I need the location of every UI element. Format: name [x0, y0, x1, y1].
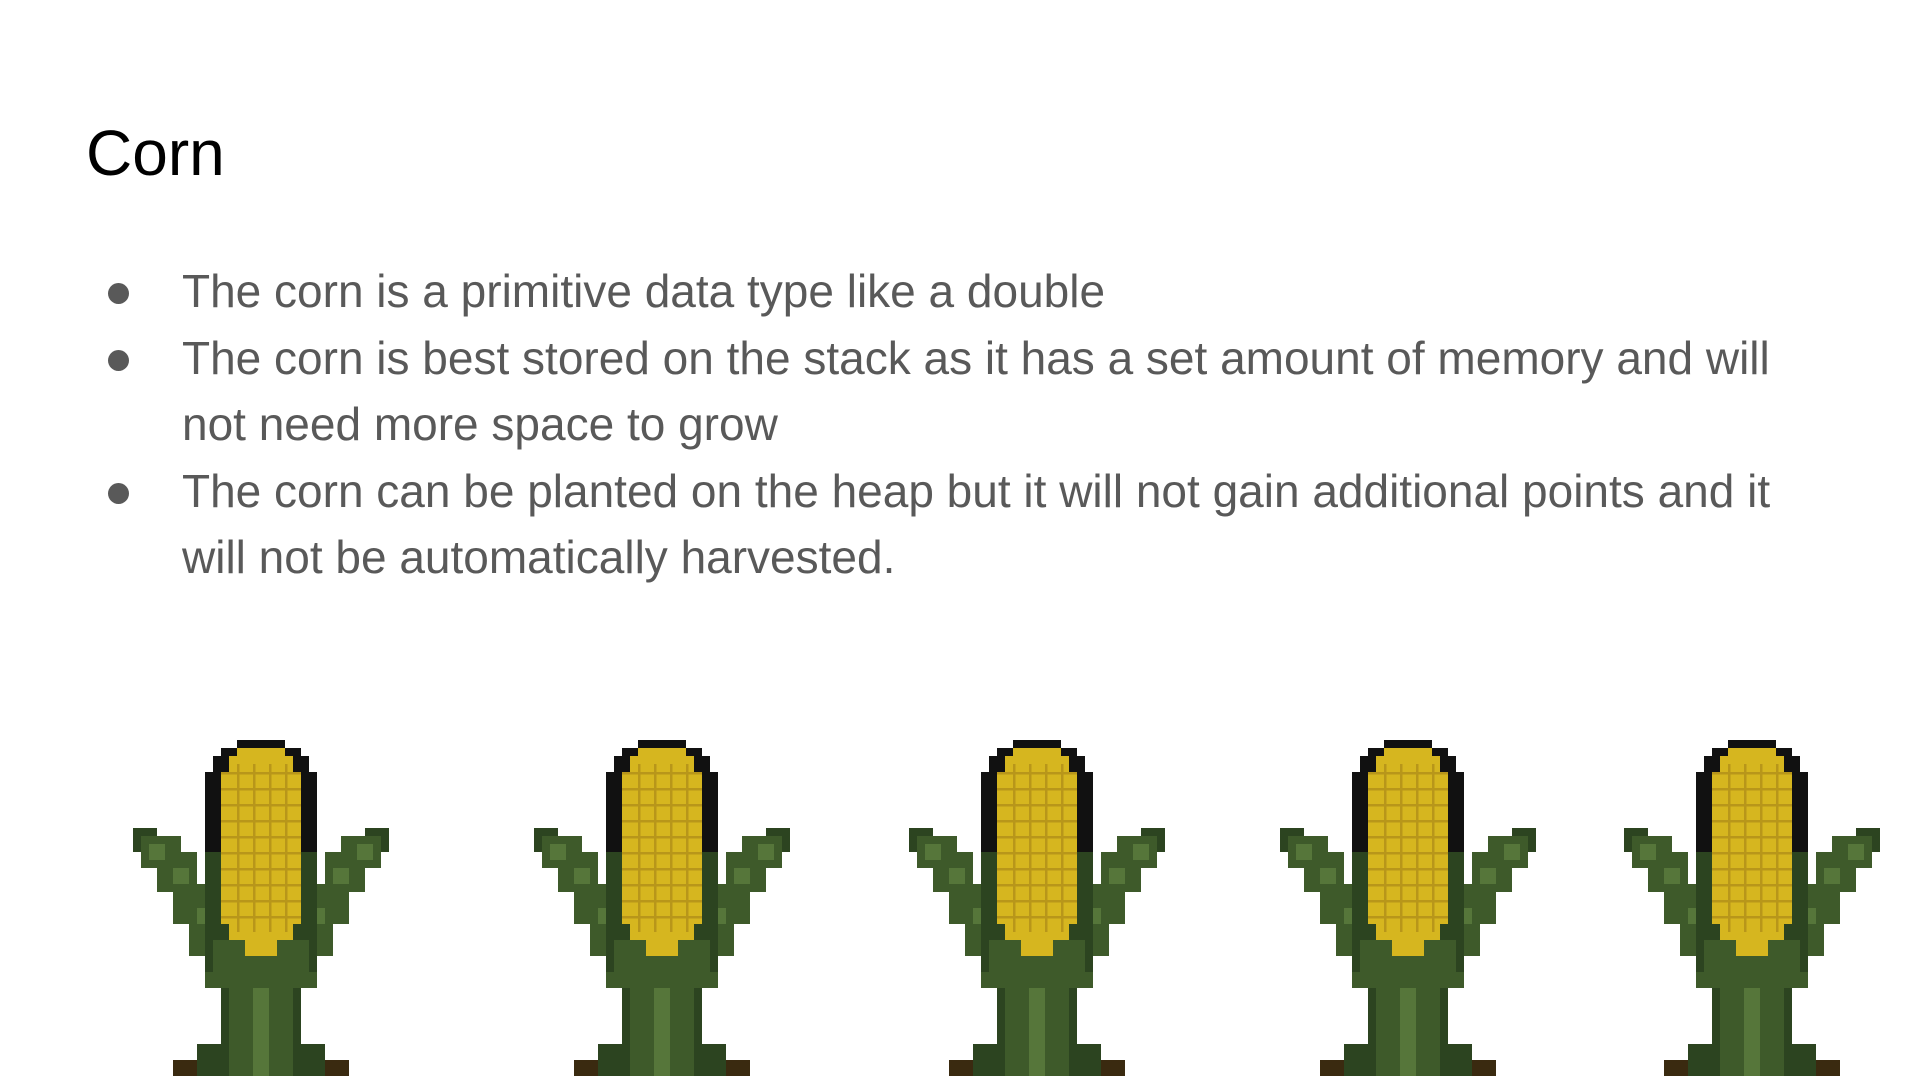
bullet-dot-icon: [108, 349, 129, 371]
corn-plant-icon: [1624, 740, 1880, 1076]
bullet-item: The corn is a primitive data type like a…: [100, 258, 1840, 325]
bullet-dot-icon: [108, 283, 129, 304]
bullet-item: The corn can be planted on the heap but …: [100, 458, 1840, 591]
corn-plant-icon: [133, 740, 389, 1076]
bullet-item: The corn is best stored on the stack as …: [100, 325, 1840, 458]
slide-title: Corn: [86, 117, 225, 189]
corn-plant-icon: [1280, 740, 1536, 1076]
bullet-text: The corn is a primitive data type like a…: [182, 265, 1106, 317]
bullet-text: The corn can be planted on the heap but …: [182, 464, 1771, 584]
slide: Corn The corn is a primitive data type l…: [0, 0, 1919, 1076]
bullet-text: The corn is best stored on the stack as …: [182, 331, 1770, 451]
bullet-dot-icon: [108, 482, 129, 504]
corn-plant-icon: [909, 740, 1165, 1076]
corn-plant-icon: [534, 740, 790, 1076]
corn-plant-row: [0, 740, 1919, 1076]
bullet-list: The corn is a primitive data type like a…: [100, 258, 1840, 591]
